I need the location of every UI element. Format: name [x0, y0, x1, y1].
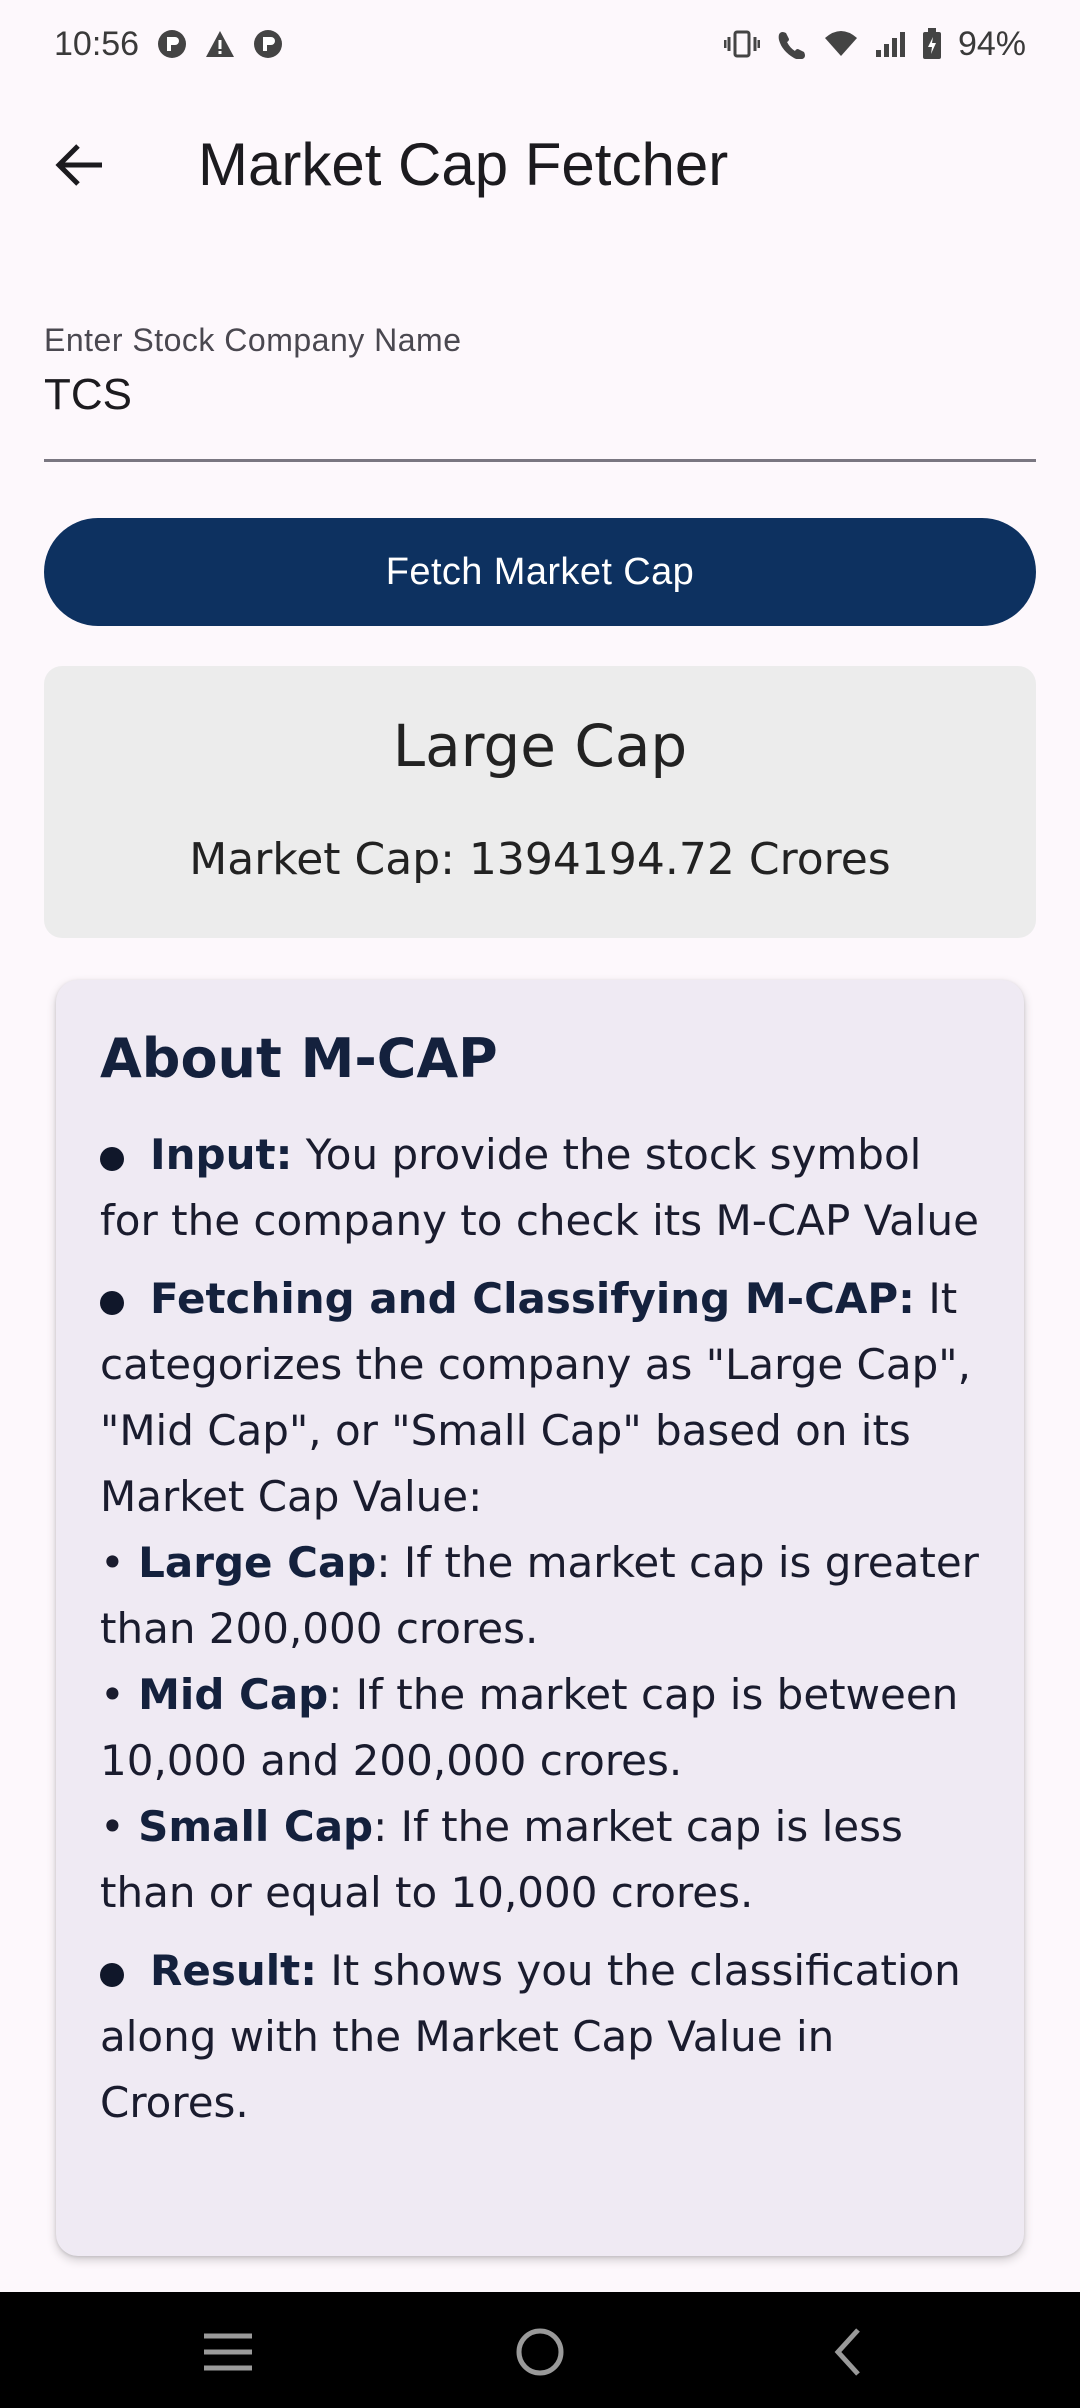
chevron-left-icon [834, 2328, 860, 2376]
result-card: Large Cap Market Cap: 1394194.72 Crores [44, 666, 1036, 938]
home-button[interactable] [510, 2322, 570, 2382]
fetch-heading: Fetching and Classifying M-CAP: [150, 1274, 915, 1323]
large-cap-heading: Large Cap [138, 1538, 377, 1587]
app-notification-icon [253, 29, 283, 59]
bullet-icon [100, 1147, 124, 1171]
bullet-icon [100, 1963, 124, 1987]
battery-percent: 94% [957, 24, 1026, 63]
about-card: About M-CAP Input: You provide the stock… [56, 980, 1024, 2256]
battery-icon [922, 28, 942, 60]
small-cap-heading: Small Cap [138, 1802, 374, 1851]
fetch-market-cap-button[interactable]: Fetch Market Cap [44, 518, 1036, 626]
back-button[interactable] [40, 125, 120, 205]
company-name-input[interactable] [44, 370, 1036, 420]
nav-back-button[interactable] [818, 2322, 878, 2382]
app-notification-icon [157, 29, 187, 59]
vibrate-icon [723, 29, 760, 59]
status-left: 10:56 [54, 25, 283, 64]
mid-cap-heading: Mid Cap [138, 1670, 329, 1719]
page-title: Market Cap Fetcher [198, 131, 729, 198]
mid-cap-rule: • Mid Cap: If the market cap is between … [100, 1670, 959, 1785]
input-heading: Input: [150, 1130, 293, 1179]
result-heading: Result: [150, 1946, 317, 1995]
circle-home-icon [516, 2328, 564, 2376]
small-cap-rule: • Small Cap: If the market cap is less t… [100, 1802, 903, 1917]
status-right: 94% [723, 24, 1026, 64]
large-cap-rule: • Large Cap: If the market cap is greate… [100, 1538, 979, 1653]
app-bar: Market Cap Fetcher [0, 110, 1080, 220]
company-name-field[interactable]: Enter Stock Company Name [44, 318, 1036, 462]
about-title: About M-CAP [100, 1027, 498, 1090]
status-bar: 10:56 94% [0, 0, 1080, 88]
about-fetch-item: Fetching and Classifying M-CAP: It categ… [100, 1266, 980, 1926]
bullet-icon [100, 1291, 124, 1315]
result-classification: Large Cap [392, 712, 688, 780]
status-time: 10:56 [54, 24, 140, 63]
about-input-item: Input: You provide the stock symbol for … [100, 1122, 980, 1254]
input-label: Enter Stock Company Name [44, 322, 462, 358]
signal-icon [874, 30, 906, 58]
system-nav-bar [0, 2292, 1080, 2408]
recents-button[interactable] [198, 2322, 258, 2382]
warning-icon [205, 30, 235, 58]
about-result-item: Result: It shows you the classification … [100, 1938, 980, 2136]
arrow-left-icon [55, 144, 102, 186]
menu-lines-icon [204, 2333, 252, 2371]
result-market-cap: Market Cap: 1394194.72 Crores [189, 834, 891, 885]
call-icon [776, 29, 808, 59]
wifi-icon [824, 30, 858, 58]
